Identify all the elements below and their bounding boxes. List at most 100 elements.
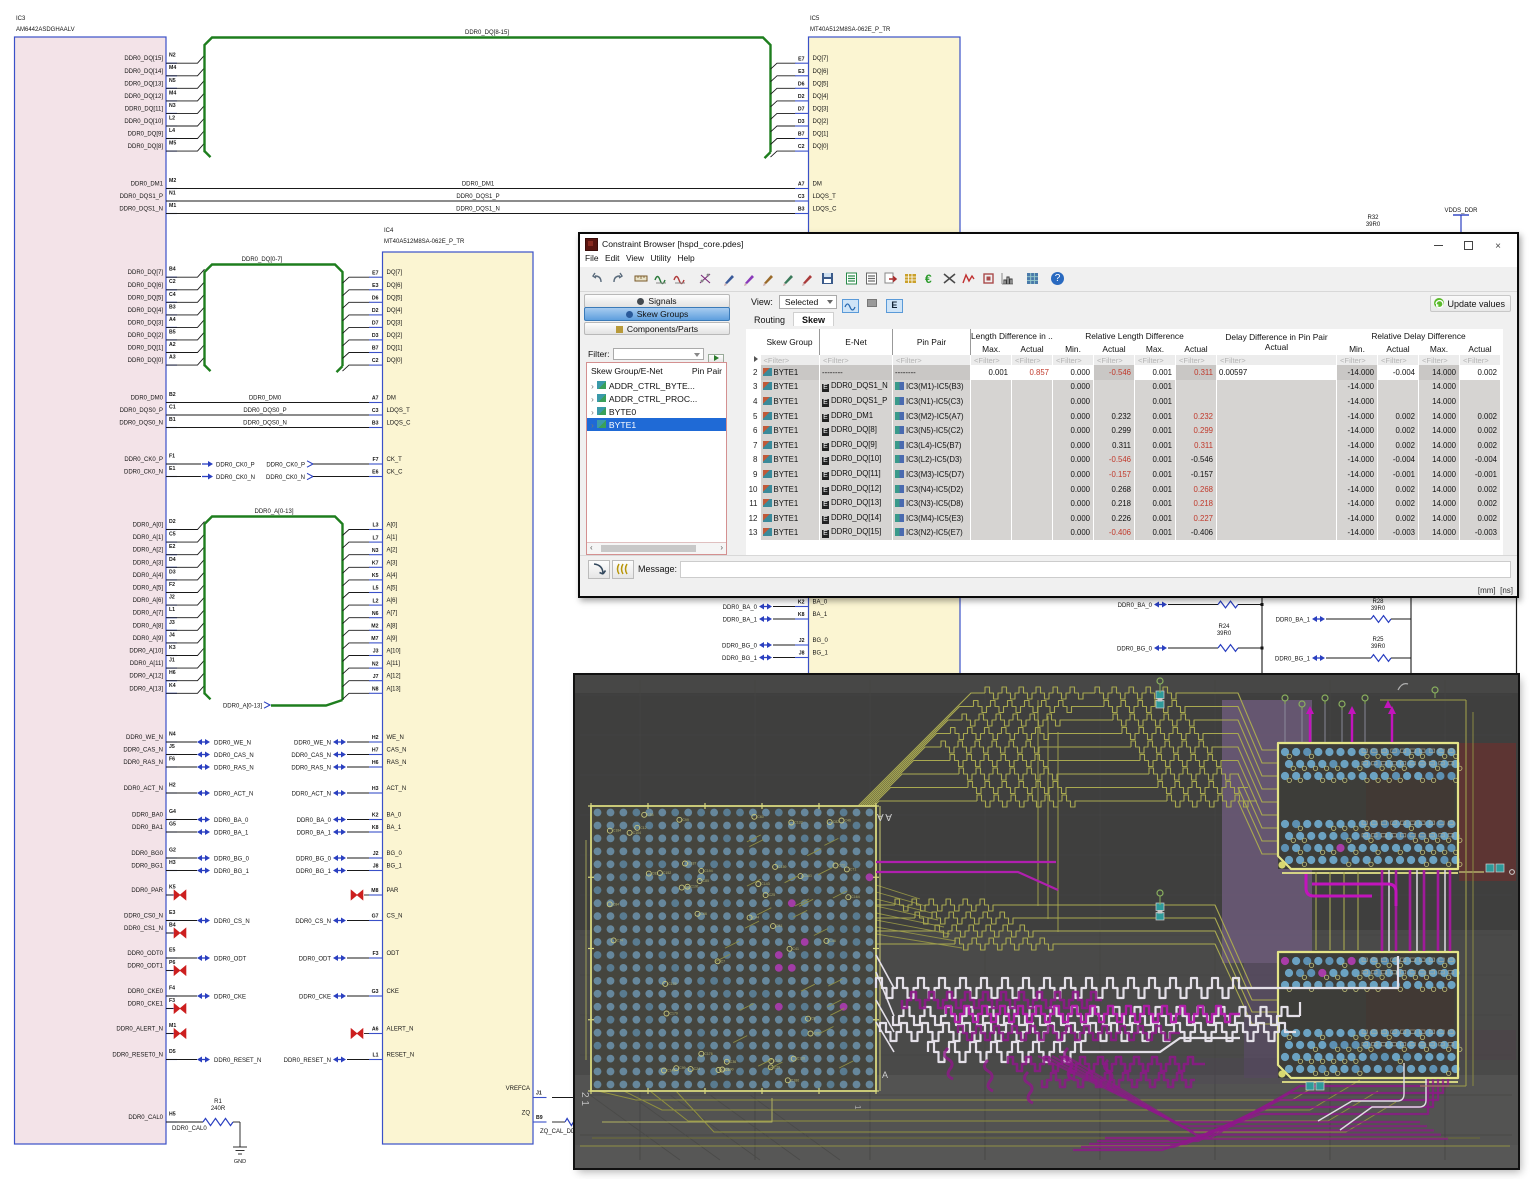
svg-text:DDR0_ODT: DDR0_ODT	[299, 957, 332, 963]
svg-text:J8: J8	[373, 864, 379, 870]
svg-text:C139: C139	[668, 982, 676, 986]
svg-text:C184: C184	[613, 829, 621, 833]
svg-text:C66: C66	[701, 912, 707, 916]
svg-text:C176: C176	[704, 1052, 712, 1056]
svg-text:C104: C104	[633, 831, 641, 835]
svg-text:DDR0_BG_0: DDR0_BG_0	[722, 644, 758, 650]
svg-text:DDR0_BA0: DDR0_BA0	[132, 813, 164, 819]
svg-text:C41: C41	[793, 947, 799, 951]
svg-text:DDR0_ALERT_N: DDR0_ALERT_N	[116, 1027, 163, 1033]
svg-text:C24: C24	[694, 1067, 700, 1071]
svg-text:DDR0_DQS0_N: DDR0_DQS0_N	[243, 421, 287, 427]
svg-text:E3: E3	[169, 910, 175, 916]
svg-text:DDR0_CK0_N: DDR0_CK0_N	[124, 470, 163, 476]
svg-text:39R0: 39R0	[1366, 222, 1381, 228]
svg-text:M4: M4	[169, 90, 176, 96]
svg-text:J7: J7	[373, 674, 379, 680]
svg-text:B3: B3	[372, 421, 379, 427]
svg-text:2 1: 2 1	[579, 1092, 590, 1106]
svg-text:DDR0_RAS_N: DDR0_RAS_N	[291, 766, 331, 772]
svg-text:DDR0_BA_0: DDR0_BA_0	[297, 818, 332, 824]
svg-text:R32: R32	[1367, 215, 1379, 221]
svg-text:BG_1: BG_1	[813, 651, 829, 657]
svg-text:DDR0_A[3]: DDR0_A[3]	[133, 560, 164, 566]
svg-text:A7: A7	[798, 182, 805, 188]
svg-text:A[3]: A[3]	[387, 560, 398, 566]
svg-text:LDQS_C: LDQS_C	[387, 421, 412, 427]
svg-text:K2: K2	[798, 600, 805, 606]
svg-text:DDR0_BA_1: DDR0_BA_1	[723, 618, 758, 624]
svg-text:F1: F1	[169, 454, 175, 460]
svg-text:K2: K2	[372, 813, 379, 819]
svg-text:E5: E5	[169, 948, 175, 954]
svg-text:DDR0_CK0_P: DDR0_CK0_P	[124, 457, 163, 463]
svg-text:BA_1: BA_1	[387, 825, 402, 831]
svg-text:DQ[6]: DQ[6]	[813, 69, 829, 75]
svg-text:C126: C126	[797, 1057, 805, 1061]
svg-text:DDR0_CS1_N: DDR0_CS1_N	[124, 926, 163, 932]
svg-text:DDR0_A[7]: DDR0_A[7]	[133, 611, 164, 617]
svg-text:DDR0_A[2]: DDR0_A[2]	[133, 548, 164, 554]
svg-text:DDR0_CKE1: DDR0_CKE1	[128, 1002, 164, 1008]
svg-text:D6: D6	[372, 296, 379, 302]
svg-text:C83: C83	[652, 872, 658, 876]
svg-text:DDR0_A[5]: DDR0_A[5]	[133, 586, 164, 592]
svg-text:DDR0_RAS_N: DDR0_RAS_N	[214, 766, 254, 772]
svg-text:C46: C46	[829, 939, 835, 943]
svg-text:LDQS_T: LDQS_T	[813, 194, 837, 200]
svg-text:DDR0_DQ[2]: DDR0_DQ[2]	[128, 333, 164, 339]
svg-text:DDR0_A[12]: DDR0_A[12]	[129, 674, 163, 680]
svg-text:A[7]: A[7]	[387, 611, 398, 617]
svg-text:DDR0_WE_N: DDR0_WE_N	[126, 735, 163, 741]
svg-text:DDR0_ACT_N: DDR0_ACT_N	[292, 792, 331, 798]
svg-text:DDR0_DQ[8]: DDR0_DQ[8]	[128, 144, 164, 150]
svg-text:L1: L1	[372, 1053, 378, 1059]
svg-text:E3: E3	[798, 69, 804, 75]
svg-text:C2: C2	[169, 279, 176, 285]
svg-text:H2: H2	[372, 735, 379, 741]
svg-text:A[12]: A[12]	[387, 674, 401, 680]
svg-text:LDQS_C: LDQS_C	[813, 207, 838, 213]
svg-text:D7: D7	[372, 321, 379, 327]
svg-text:K4: K4	[169, 683, 176, 689]
svg-text:DDR0_DQ[0]: DDR0_DQ[0]	[128, 358, 164, 364]
svg-text:G4: G4	[169, 809, 176, 815]
svg-text:K5: K5	[372, 573, 379, 579]
svg-text:M8: M8	[371, 888, 378, 894]
svg-text:IC3: IC3	[16, 16, 26, 22]
svg-text:RAS_N: RAS_N	[387, 760, 407, 766]
svg-text:DDR0_DQS0_P: DDR0_DQS0_P	[120, 408, 163, 414]
svg-text:N2: N2	[169, 53, 176, 59]
svg-text:M5: M5	[169, 141, 176, 147]
svg-text:DDR0_DQS1_P: DDR0_DQS1_P	[456, 194, 499, 200]
svg-text:DDR0_CK0_P: DDR0_CK0_P	[216, 463, 255, 469]
svg-text:C72: C72	[839, 864, 845, 868]
svg-text:R24: R24	[1218, 624, 1230, 630]
svg-text:BA_1: BA_1	[813, 612, 828, 618]
svg-text:N4: N4	[169, 732, 176, 738]
svg-text:PAR: PAR	[387, 888, 400, 894]
svg-text:DDR0_RESET0_N: DDR0_RESET0_N	[112, 1053, 163, 1059]
svg-text:L3: L3	[372, 523, 378, 529]
svg-text:DDR0_DQ[11]: DDR0_DQ[11]	[125, 106, 164, 112]
svg-text:C3: C3	[372, 408, 379, 414]
svg-text:L7: L7	[372, 535, 378, 541]
svg-text:CAS_N: CAS_N	[387, 748, 407, 754]
svg-text:H6: H6	[372, 760, 379, 766]
svg-text:DDR0_A[10]: DDR0_A[10]	[129, 649, 163, 655]
svg-text:M1: M1	[169, 203, 176, 209]
svg-text:DDR0_A[11]: DDR0_A[11]	[130, 661, 164, 667]
svg-text:A[1]: A[1]	[387, 535, 398, 541]
svg-text:DDR0_CAL0: DDR0_CAL0	[172, 1126, 207, 1132]
svg-text:DQ[5]: DQ[5]	[813, 81, 829, 87]
svg-text:DDR0_DQ[14]: DDR0_DQ[14]	[124, 69, 163, 75]
svg-text:J2: J2	[169, 595, 175, 601]
svg-text:N3: N3	[372, 548, 379, 554]
svg-text:C187: C187	[688, 862, 696, 866]
svg-text:F7: F7	[372, 457, 378, 463]
svg-text:DDR0_WE_N: DDR0_WE_N	[214, 741, 251, 747]
svg-text:DDR0_A[8]: DDR0_A[8]	[133, 623, 164, 629]
svg-text:L5: L5	[372, 586, 378, 592]
svg-text:DDR0_CK0_N: DDR0_CK0_N	[216, 475, 255, 481]
svg-text:WE_N: WE_N	[387, 735, 404, 741]
